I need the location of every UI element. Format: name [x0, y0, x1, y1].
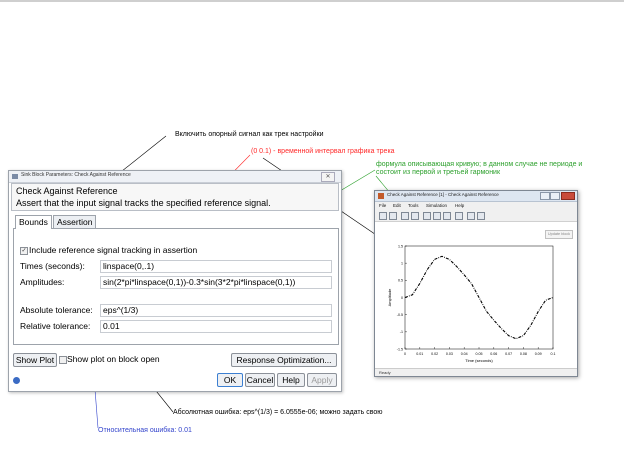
- absolute-tolerance-label: Absolute tolerance:: [20, 305, 93, 315]
- amplitudes-field[interactable]: sin(2*pi*linspace(0,1))-0.3*sin(3*2*pi*l…: [100, 276, 332, 289]
- tab-assertion[interactable]: Assertion: [53, 215, 97, 228]
- bounds-panel: ✓ Include reference signal tracking in a…: [13, 228, 339, 345]
- x-tick-label: 0.01: [416, 352, 423, 356]
- x-tick-label: 0.02: [431, 352, 438, 356]
- block-heading: Check Against Reference: [16, 186, 118, 196]
- y-tick-label: 1: [401, 261, 403, 265]
- annotation-include-reference: Включить опорный сигнал как трек настрой…: [175, 131, 324, 138]
- x-tick-label: 0.05: [476, 352, 483, 356]
- x-tick-label: 0.04: [461, 352, 468, 356]
- y-tick-label: -1.5: [397, 347, 403, 351]
- cancel-button[interactable]: Cancel: [245, 373, 275, 387]
- y-tick-label: 1.5: [398, 244, 403, 248]
- show-plot-button[interactable]: Show Plot: [13, 353, 57, 367]
- block-description: Assert that the input signal tracks the …: [16, 198, 271, 208]
- status-bar: Ready: [375, 368, 577, 376]
- annotation-absolute-tolerance: Абсолютная ошибка: eps^(1/3) = 6.0555e-0…: [173, 409, 383, 416]
- apply-button[interactable]: Apply: [307, 373, 337, 387]
- dialog-title: Sink Block Parameters: Check Against Ref…: [21, 172, 131, 178]
- tab-bounds[interactable]: Bounds: [15, 215, 52, 229]
- y-tick-label: -1: [400, 330, 403, 334]
- amplitudes-label: Amplitudes:: [20, 277, 65, 287]
- y-tick-label: -0.5: [397, 313, 403, 317]
- include-reference-label: Include reference signal tracking in ass…: [29, 245, 198, 255]
- relative-tolerance-label: Relative tolerance:: [20, 321, 91, 331]
- info-icon: [13, 377, 20, 384]
- amplitude-plot: 0 0.01 0.02 0.03 0.04 0.05 0.06 0.07 0.08 0.09 0.1…: [387, 244, 556, 363]
- relative-tolerance-field[interactable]: 0.01: [100, 320, 332, 333]
- simulink-block-icon: [12, 174, 18, 179]
- status-text: Ready: [379, 370, 391, 375]
- ok-button[interactable]: OK: [217, 373, 243, 387]
- include-reference-checkbox[interactable]: ✓: [20, 247, 28, 255]
- close-icon[interactable]: ✕: [321, 172, 335, 182]
- times-field[interactable]: linspace(0,.1): [100, 260, 332, 273]
- annotation-relative-tolerance: Относительная ошибка: 0.01: [98, 427, 192, 434]
- block-description-group: Check Against Reference Assert that the …: [11, 183, 339, 211]
- x-tick-label: 0.07: [505, 352, 512, 356]
- show-plot-on-open-label: Show plot on block open: [67, 354, 160, 364]
- figure-window: Check Against Reference [1] - Check Agai…: [374, 190, 578, 377]
- x-axis-label: Time (seconds): [465, 358, 493, 363]
- dialog-titlebar: Sink Block Parameters: Check Against Ref…: [9, 171, 341, 183]
- response-optimization-button[interactable]: Response Optimization...: [231, 353, 337, 367]
- annotation-time-interval: (0 0.1) - временной интервал графика тре…: [251, 148, 395, 155]
- y-axis-label: Amplitude: [387, 288, 392, 307]
- absolute-tolerance-field[interactable]: eps^(1/3): [100, 304, 332, 317]
- block-parameters-dialog: Sink Block Parameters: Check Against Ref…: [8, 170, 342, 392]
- x-tick-label: 0.09: [535, 352, 542, 356]
- annotation-formula-line2: состоит из первой и третьей гармоник: [376, 169, 501, 176]
- y-tick-label: 0.5: [398, 279, 403, 283]
- x-tick-label: 0.1: [551, 352, 556, 356]
- x-tick-label: 0.08: [520, 352, 527, 356]
- show-plot-on-open-checkbox[interactable]: [59, 356, 67, 364]
- help-button[interactable]: Help: [277, 373, 305, 387]
- x-tick-label: 0.06: [490, 352, 497, 356]
- x-tick-label: 0.03: [446, 352, 453, 356]
- times-label: Times (seconds):: [20, 261, 85, 271]
- y-tick-label: 0: [401, 296, 403, 300]
- x-tick-label: 0: [404, 352, 406, 356]
